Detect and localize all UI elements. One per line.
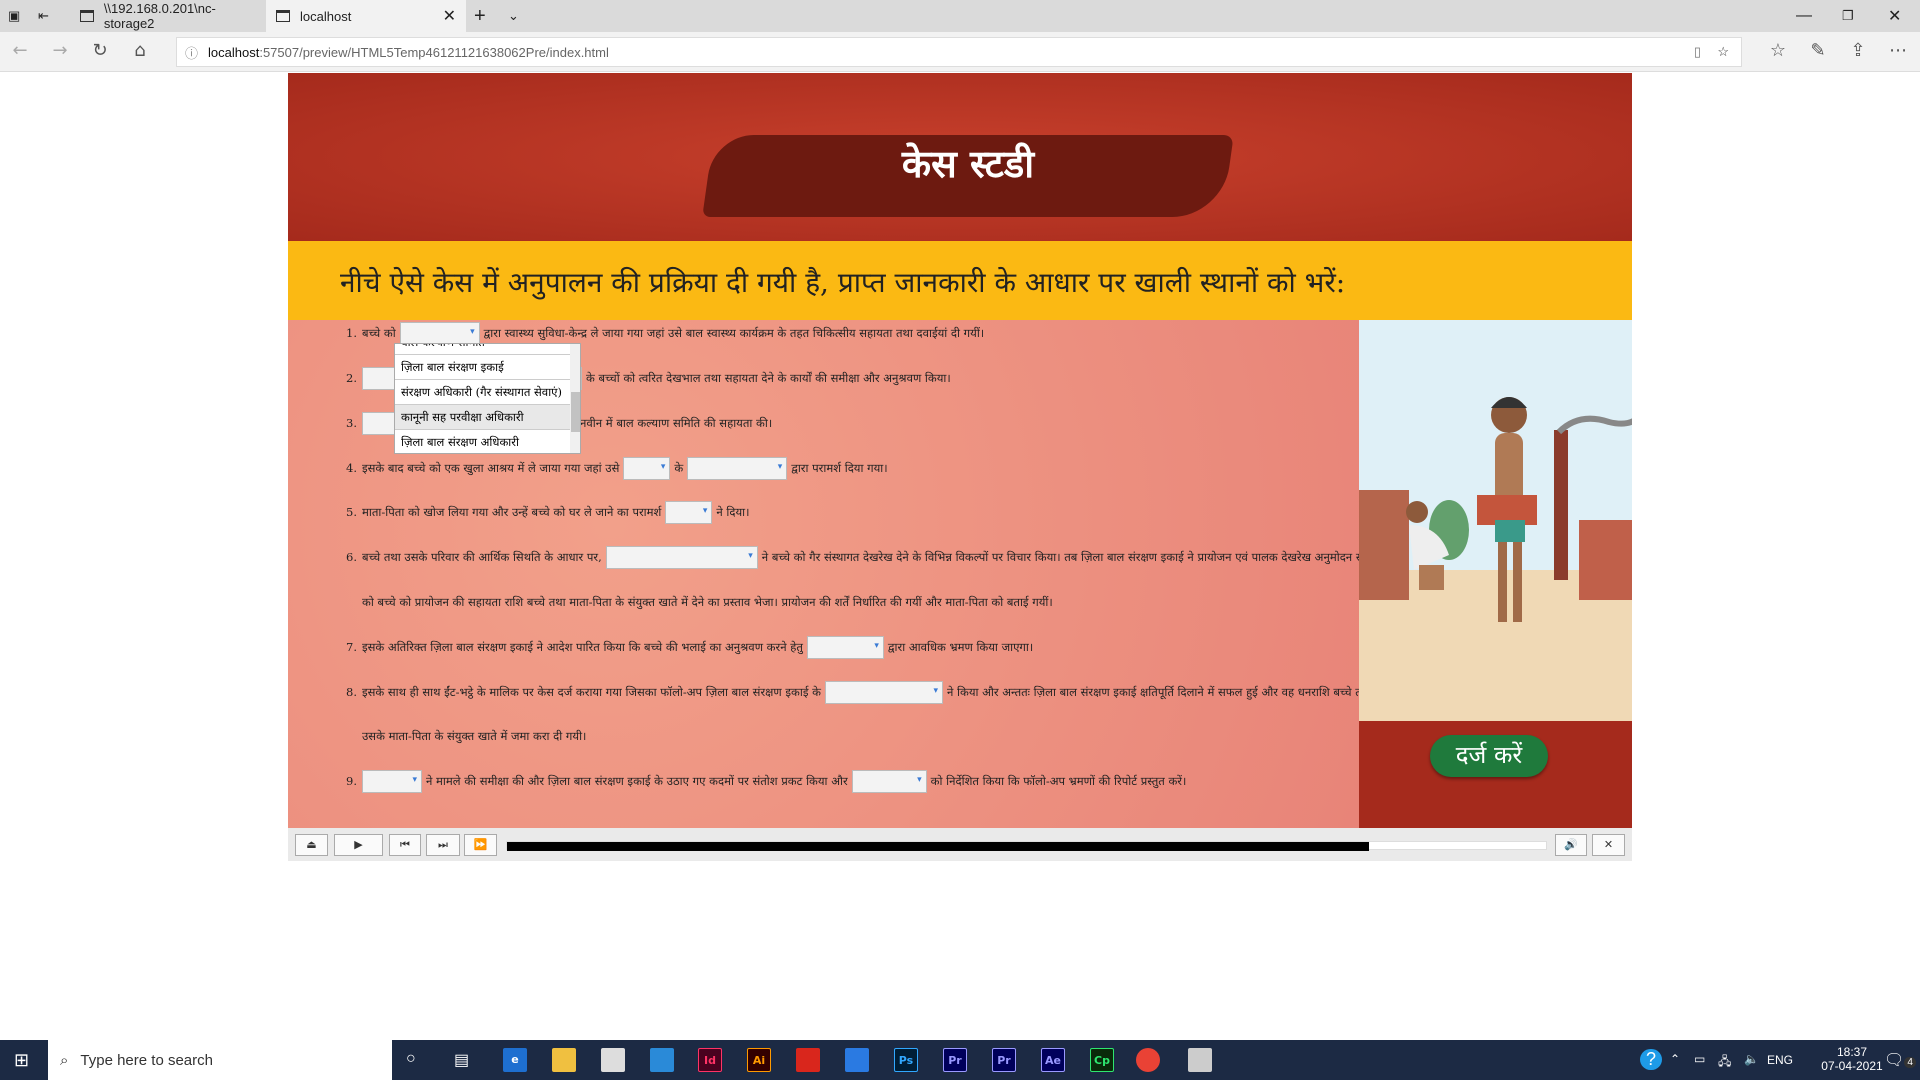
item-6: 6. बच्चे तथा उसके परिवार की आर्थिक सिथति … [346, 545, 1383, 569]
dropdown-8[interactable] [824, 680, 943, 704]
fast-forward-icon[interactable]: ⏩ [464, 834, 497, 856]
page-icon [276, 10, 290, 22]
acrobat-icon[interactable] [796, 1048, 820, 1072]
restore-button[interactable]: ❐ [1842, 0, 1854, 32]
page-icon [80, 10, 94, 22]
store-icon[interactable] [601, 1048, 625, 1072]
taskbar-search[interactable]: ⌕ Type here to search [48, 1040, 392, 1080]
app-icon-id[interactable]: Id [698, 1048, 722, 1072]
instruction-text: नीचे ऐसे केस में अनुपालन की प्रक्रिया दी… [340, 266, 1346, 299]
home-icon[interactable]: ⌂ [128, 40, 152, 61]
child-labour-illustration [1359, 320, 1632, 721]
help-icon[interactable]: ? [1640, 1049, 1662, 1070]
exit-icon[interactable]: ⏏ [295, 834, 328, 856]
item-8-continued: उसके माता-पिता के संयुक्त खाते में जमा क… [362, 728, 587, 743]
reading-view-icon[interactable]: ▯ [1694, 44, 1701, 60]
volume-icon[interactable]: 🔊 [1555, 834, 1587, 856]
dropdown-4a[interactable] [623, 456, 671, 480]
progress-bar[interactable] [506, 841, 1547, 851]
close-icon[interactable]: ✕ [1592, 834, 1625, 856]
mail-icon[interactable] [650, 1048, 674, 1072]
tab-bar: ▣ ⇤ \\192.168.0.201\nc-storage2 localhos… [0, 0, 1920, 32]
app-icon-ps[interactable]: Ps [894, 1048, 918, 1072]
app-icon-cp[interactable]: Cp [1090, 1048, 1114, 1072]
new-tab-button[interactable]: + [474, 0, 486, 32]
star-icon[interactable]: ☆ [1717, 44, 1729, 60]
item-6-continued: को बच्चे को प्रायोजन की सहायता राशि बच्च… [362, 594, 1053, 609]
scrollbar-thumb[interactable] [571, 392, 580, 432]
notification-icon[interactable]: 🗨 4 [1884, 1050, 1916, 1070]
brick-kiln-illustration [1359, 397, 1632, 721]
url-field[interactable]: ⓘ localhost:57507/preview/HTML5Temp46121… [176, 37, 1742, 67]
dropdown-option[interactable]: ज़िला बाल संरक्षण इकाई [395, 355, 570, 380]
tab-localhost[interactable]: localhost ✕ [266, 0, 466, 32]
item-8: 8. इसके साथ ही साथ ईंट-भट्ठे के मालिक पर … [346, 680, 1372, 704]
dropdown-1[interactable] [399, 321, 480, 345]
item-1: 1.बच्चे कोद्वारा स्वास्थ्य सुविधा-केन्द्… [346, 321, 984, 345]
tab-manager-icon[interactable]: ▣ [8, 0, 38, 32]
forward-icon[interactable]: → [48, 40, 72, 61]
close-tab-icon[interactable]: ✕ [443, 6, 456, 26]
tab-network-storage[interactable]: \\192.168.0.201\nc-storage2 [70, 0, 264, 32]
search-icon: ⌕ [60, 1051, 69, 1069]
app-icon-ai[interactable]: Ai [747, 1048, 771, 1072]
share-icon[interactable]: ⇪ [1846, 40, 1870, 61]
play-icon[interactable]: ▶ [334, 834, 383, 856]
back-icon[interactable]: ← [8, 40, 32, 61]
dropdown-4b[interactable] [687, 456, 788, 480]
pen-icon[interactable]: ✎ [1806, 40, 1830, 61]
app-icon-pr[interactable]: Pr [992, 1048, 1016, 1072]
item-7: 7. इसके अतिरिक्त ज़िला बाल संरक्षण इकाई न… [346, 635, 1033, 659]
app-icon-pr[interactable]: Pr [943, 1048, 967, 1072]
speaker-icon[interactable]: 🔈 [1744, 1052, 1759, 1066]
clock[interactable]: 18:37 07-04-2021 [1820, 1045, 1884, 1073]
set-aside-tabs-icon[interactable]: ⇤ [38, 0, 68, 32]
item-9: 9.ने मामले की समीक्षा की और ज़िला बाल सं… [346, 769, 1186, 793]
dropdown-option-highlighted[interactable]: कानूनी सह परवीक्षा अधिकारी [395, 405, 570, 430]
refresh-icon[interactable]: ↻ [88, 40, 112, 61]
show-hidden-icons-chevron[interactable]: ⌃ [1670, 1052, 1680, 1066]
player-controls: ⏏ ▶ ⏮ ⏭ ⏩ 🔊 ✕ [288, 828, 1632, 861]
language-indicator[interactable]: ENG [1767, 1053, 1793, 1067]
meet-now-icon[interactable]: ▭ [1694, 1052, 1705, 1066]
progress-fill [507, 842, 1370, 851]
previous-icon[interactable]: ⏮ [389, 834, 421, 856]
page-title: केस स्टडी [901, 142, 1035, 186]
item-5: 5. माता-पिता को खोज लिया गया और उन्हें बच… [346, 500, 750, 524]
dropdown-9b[interactable] [851, 769, 927, 793]
app-icon-ae[interactable]: Ae [1041, 1048, 1065, 1072]
notepad-icon[interactable] [1188, 1048, 1212, 1072]
dropdown-option[interactable]: संरक्षण अधिकारी (गैर संस्थागत सेवाएं) [395, 380, 570, 405]
dropdown-7[interactable] [806, 635, 884, 659]
edge-icon[interactable]: e [503, 1048, 527, 1072]
dropdown-5[interactable] [665, 500, 713, 524]
dropdown-1-options[interactable]: बाल कल्याण समिति ज़िला बाल संरक्षण इकाई … [394, 343, 581, 454]
tab-list-chevron-icon[interactable]: ⌄ [508, 0, 519, 32]
minimize-button[interactable]: — [1796, 0, 1812, 32]
favorites-icon[interactable]: ☆ [1766, 40, 1790, 61]
cortana-icon[interactable]: ○ [406, 1050, 416, 1068]
item-4: 4. इसके बाद बच्चे को एक खुला आश्रय में ले… [346, 456, 888, 480]
file-explorer-icon[interactable] [552, 1048, 576, 1072]
chrome-icon[interactable] [1136, 1048, 1160, 1072]
windows-start-icon[interactable]: ⊞ [14, 1050, 29, 1071]
task-view-icon[interactable]: ▤ [454, 1050, 469, 1070]
network-icon[interactable]: 🖧 [1718, 1052, 1731, 1073]
notification-count: 4 [1904, 1057, 1916, 1068]
close-window-button[interactable]: ✕ [1888, 0, 1901, 32]
dropdown-9a[interactable] [362, 769, 422, 793]
dropdown-option[interactable]: बाल कल्याण समिति [395, 344, 570, 355]
submit-button[interactable]: दर्ज करें [1430, 735, 1548, 777]
dropdown-scrollbar[interactable] [570, 344, 580, 453]
info-icon: ⓘ [185, 45, 199, 61]
next-icon[interactable]: ⏭ [426, 834, 460, 856]
thunderbird-icon[interactable] [845, 1048, 869, 1072]
course-frame: केस स्टडी नीचे ऐसे केस में अनुपालन की प्… [288, 73, 1632, 861]
dropdown-6[interactable] [605, 545, 758, 569]
more-icon[interactable]: ⋯ [1886, 40, 1910, 61]
dropdown-option[interactable]: ज़िला बाल संरक्षण अधिकारी [395, 430, 570, 453]
